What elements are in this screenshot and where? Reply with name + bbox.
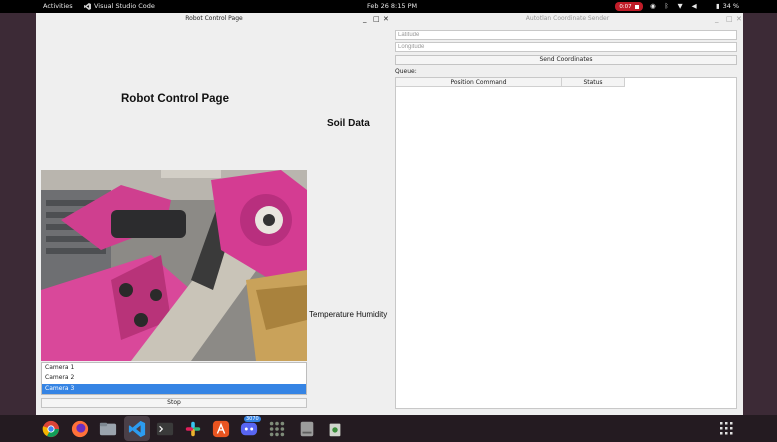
- app-menu[interactable]: Visual Studio Code: [84, 2, 155, 10]
- app-name: Visual Studio Code: [94, 2, 155, 10]
- battery-status[interactable]: ▮ 34 %: [716, 2, 739, 10]
- files-icon[interactable]: [99, 420, 117, 438]
- latitude-input[interactable]: [395, 30, 737, 40]
- activities-button[interactable]: Activities: [43, 2, 73, 10]
- stop-button[interactable]: Stop: [41, 398, 307, 408]
- settings-icon[interactable]: [268, 420, 286, 438]
- camera-option-selected[interactable]: Camera 3: [42, 383, 306, 394]
- column-header-status[interactable]: Status: [562, 78, 625, 87]
- slack-icon[interactable]: [184, 420, 202, 438]
- maximize-icon[interactable]: □: [726, 13, 733, 25]
- wifi-icon: ▼: [677, 2, 683, 10]
- temperature-humidity-label: Temperature Humidity: [309, 310, 388, 319]
- page-title: Robot Control Page: [121, 93, 229, 105]
- desktop-background-left: [0, 13, 36, 415]
- system-tray[interactable]: ◉ ᛒ ▼ ◀: [650, 2, 697, 10]
- vscode-small-icon: [84, 2, 91, 10]
- top-bar: Activities Visual Studio Code Feb 26 8:1…: [0, 0, 777, 13]
- window-title: Robot Control Page: [185, 15, 243, 22]
- minimize-icon[interactable]: _: [715, 13, 719, 25]
- robot-control-window: Robot Control Page _ □ ✕ Robot Control P…: [36, 13, 392, 415]
- recording-time: 0:07: [619, 3, 632, 10]
- window-title: Autotlan Coordinate Sender: [525, 15, 610, 22]
- robot-camera-image: [41, 170, 307, 361]
- camera-option[interactable]: Camera 2: [42, 373, 306, 383]
- camera-option[interactable]: Camera 1: [42, 363, 306, 373]
- stop-square-icon: [634, 4, 639, 9]
- disk-icon[interactable]: [298, 420, 316, 438]
- camera-list[interactable]: Camera 1 Camera 2 Camera 3: [41, 362, 307, 395]
- volume-icon: ◀: [691, 2, 697, 10]
- bluetooth-icon: ᛒ: [664, 2, 669, 10]
- send-coordinates-button[interactable]: Send Coordinates: [395, 55, 737, 65]
- show-apps-icon[interactable]: [720, 422, 733, 435]
- queue-table[interactable]: Position Command Status: [395, 77, 737, 409]
- soil-data-label: Soil Data: [327, 118, 370, 129]
- coordinate-sender-window: Autotlan Coordinate Sender _ □ ✕ Send Co…: [392, 13, 743, 415]
- longitude-input[interactable]: [395, 42, 737, 52]
- discord-icon[interactable]: [240, 420, 258, 438]
- battery-icon: ▮: [716, 2, 720, 10]
- discord-tray-icon: ◉: [650, 2, 656, 10]
- queue-label: Queue:: [395, 68, 417, 75]
- firefox-icon[interactable]: [71, 420, 89, 438]
- app-center-icon[interactable]: [212, 420, 230, 438]
- battery-percent: 34 %: [722, 2, 740, 10]
- dock: 3070: [0, 415, 777, 442]
- desktop-background-right: [743, 13, 777, 415]
- camera-feed: [41, 170, 307, 361]
- close-icon[interactable]: ✕: [736, 13, 742, 25]
- trash-icon[interactable]: [326, 420, 344, 438]
- close-icon[interactable]: ✕: [383, 13, 389, 25]
- column-header-position-command[interactable]: Position Command: [396, 78, 562, 87]
- vscode-icon[interactable]: [128, 420, 146, 438]
- clock[interactable]: Feb 26 8:15 PM: [367, 2, 417, 10]
- maximize-icon[interactable]: □: [373, 13, 380, 25]
- discord-badge: 3070: [244, 416, 261, 422]
- chrome-icon[interactable]: [42, 420, 60, 438]
- terminal-icon[interactable]: [156, 420, 174, 438]
- minimize-icon[interactable]: _: [363, 13, 367, 25]
- recording-indicator[interactable]: 0:07: [615, 2, 643, 11]
